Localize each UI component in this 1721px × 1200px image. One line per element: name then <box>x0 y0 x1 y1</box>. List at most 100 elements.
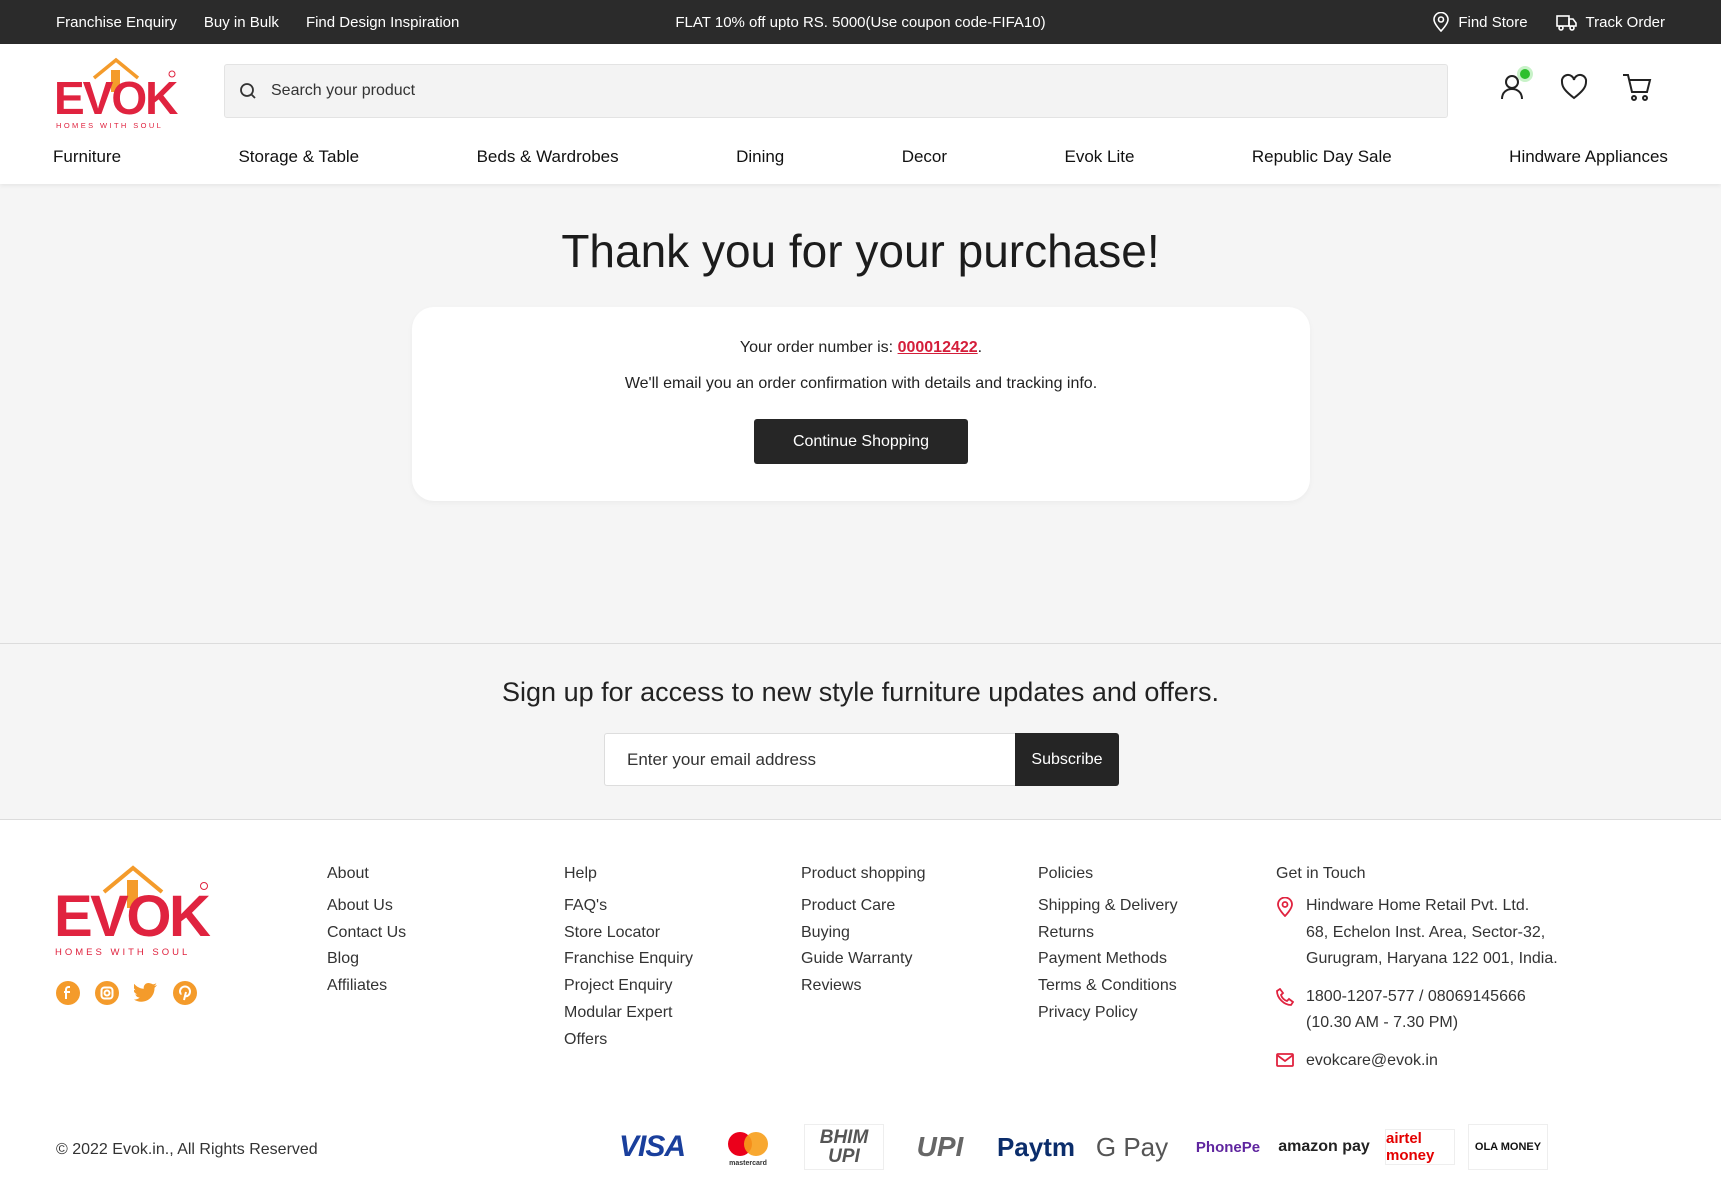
footer-link-contact-us[interactable]: Contact Us <box>327 920 406 947</box>
twitter-icon[interactable] <box>134 981 158 1005</box>
pinterest-icon[interactable] <box>173 981 197 1005</box>
footer-col-heading: Product shopping <box>801 865 926 882</box>
find-store-label: Find Store <box>1458 13 1528 31</box>
order-number-link[interactable]: 000012422 <box>898 339 978 356</box>
design-inspiration-link[interactable]: Find Design Inspiration <box>306 14 459 31</box>
footer-link-guide-warranty[interactable]: Guide Warranty <box>801 946 926 973</box>
nav-decor[interactable]: Decor <box>902 147 947 167</box>
payment-methods: VISA mastercard BHIM UPI UPI Paytm G Pay… <box>604 1123 1548 1171</box>
footer-link-buying[interactable]: Buying <box>801 920 926 947</box>
footer-link-affiliates[interactable]: Affiliates <box>327 973 406 1000</box>
buy-in-bulk-link[interactable]: Buy in Bulk <box>204 14 279 31</box>
instagram-icon[interactable] <box>95 981 119 1005</box>
top-links: Franchise Enquiry Buy in Bulk Find Desig… <box>56 14 459 31</box>
address-line: Hindware Home Retail Pvt. Ltd. <box>1306 897 1530 914</box>
footer-link-store-locator[interactable]: Store Locator <box>564 920 693 947</box>
footer-link-modular-expert[interactable]: Modular Expert <box>564 1000 693 1027</box>
footer-link-faqs[interactable]: FAQ's <box>564 893 693 920</box>
footer-evok-logo[interactable]: EVOK HOMES WITH SOUL <box>54 862 214 958</box>
contact-phone: 1800-1207-577 / 08069145666 (10.30 AM - … <box>1276 984 1616 1037</box>
location-pin-icon <box>1433 12 1450 32</box>
footer-link-about-us[interactable]: About Us <box>327 893 406 920</box>
address-line: 68, Echelon Inst. Area, Sector-32, <box>1306 923 1546 941</box>
phone-number[interactable]: 1800-1207-577 / 08069145666 <box>1306 984 1526 1011</box>
track-order-label: Track Order <box>1585 13 1665 31</box>
location-pin-icon <box>1277 897 1293 917</box>
cart-icon[interactable] <box>1621 72 1653 102</box>
paytm-logo: Paytm <box>996 1131 1076 1162</box>
wishlist-heart-icon[interactable] <box>1559 73 1589 101</box>
footer-col-policies: Policies Shipping & Delivery Returns Pay… <box>1038 865 1178 1027</box>
order-number-suffix: . <box>977 339 983 356</box>
footer-link-payment-methods[interactable]: Payment Methods <box>1038 946 1178 973</box>
nav-furniture[interactable]: Furniture <box>53 147 121 167</box>
newsletter-email-input[interactable] <box>604 733 1015 786</box>
contact-address: Hindware Home Retail Pvt. Ltd. 68, Echel… <box>1276 893 1616 973</box>
svg-text:HOMES WITH SOUL: HOMES WITH SOUL <box>55 947 190 958</box>
support-hours: (10.30 AM - 7.30 PM) <box>1306 1014 1459 1031</box>
order-number-line: Your order number is: 000012422. <box>412 339 1310 357</box>
nav-beds-wardrobes[interactable]: Beds & Wardrobes <box>477 147 619 167</box>
footer-col-help: Help FAQ's Store Locator Franchise Enqui… <box>564 865 693 1053</box>
newsletter-section: Sign up for access to new style furnitur… <box>0 644 1721 820</box>
amazon-pay-logo: amazon pay <box>1278 1138 1370 1155</box>
footer-col-contact: Get in Touch Hindware Home Retail Pvt. L… <box>1276 865 1616 1085</box>
footer-link-shipping-delivery[interactable]: Shipping & Delivery <box>1038 893 1178 920</box>
phonepe-logo: PhonePe <box>1195 1138 1261 1156</box>
mastercard-label: mastercard <box>729 1160 767 1167</box>
mail-icon <box>1276 1052 1294 1067</box>
social-links <box>56 981 197 1005</box>
search-icon <box>240 83 256 99</box>
evok-logo[interactable]: EVOK HOMES WITH SOUL <box>54 56 180 130</box>
promo-banner: FLAT 10% off upto RS. 5000(Use coupon co… <box>675 13 1046 31</box>
email-address[interactable]: evokcare@evok.in <box>1306 1048 1438 1075</box>
page-title: Thank you for your purchase! <box>561 225 1160 277</box>
email-note: We'll email you an order confirmation wi… <box>624 375 1098 392</box>
footer-col-heading: Policies <box>1038 865 1094 882</box>
address-line: Gurugram, Haryana 122 001, India. <box>1306 950 1558 967</box>
footer-link-project-enquiry[interactable]: Project Enquiry <box>564 973 693 1000</box>
footer-col-heading: Get in Touch <box>1276 865 1366 882</box>
continue-shopping-button[interactable]: Continue Shopping <box>754 419 968 464</box>
svg-text:EVOK: EVOK <box>54 72 178 124</box>
truck-icon <box>1555 15 1577 31</box>
footer-link-terms-conditions[interactable]: Terms & Conditions <box>1038 973 1178 1000</box>
copyright: © 2022 Evok.in., All Rights Reserved <box>56 1141 318 1158</box>
nav-dining[interactable]: Dining <box>736 147 784 167</box>
nav-republic-day-sale[interactable]: Republic Day Sale <box>1252 147 1392 167</box>
footer-link-product-care[interactable]: Product Care <box>801 893 926 920</box>
footer-col-about: About About Us Contact Us Blog Affiliate… <box>327 865 406 1000</box>
search-bar[interactable] <box>224 64 1448 118</box>
site-header: EVOK HOMES WITH SOUL Furniture Storage &… <box>0 44 1721 184</box>
confirmation-card: Your order number is: 000012422. We'll e… <box>412 307 1310 501</box>
visa-logo: VISA <box>618 1130 686 1163</box>
footer-link-privacy-policy[interactable]: Privacy Policy <box>1038 1000 1178 1027</box>
search-input[interactable] <box>271 82 1371 100</box>
online-status-dot <box>1517 66 1533 82</box>
ola-money-logo: OLA MONEY <box>1468 1124 1548 1170</box>
nav-hindware-appliances[interactable]: Hindware Appliances <box>1509 147 1668 167</box>
footer-col-product-shopping: Product shopping Product Care Buying Gui… <box>801 865 926 1000</box>
footer-link-offers[interactable]: Offers <box>564 1027 693 1054</box>
footer-link-blog[interactable]: Blog <box>327 946 406 973</box>
site-footer: EVOK HOMES WITH SOUL About About Us Cont… <box>0 820 1721 1177</box>
find-store-link[interactable]: Find Store <box>1432 12 1528 32</box>
facebook-icon[interactable] <box>56 981 80 1005</box>
top-bar: Franchise Enquiry Buy in Bulk Find Desig… <box>0 0 1721 44</box>
contact-email: evokcare@evok.in <box>1276 1048 1616 1075</box>
svg-text:EVOK: EVOK <box>54 884 211 949</box>
footer-link-reviews[interactable]: Reviews <box>801 973 926 1000</box>
nav-storage-table[interactable]: Storage & Table <box>238 147 359 167</box>
account-button[interactable] <box>1497 66 1533 102</box>
mastercard-logo: mastercard <box>700 1123 796 1171</box>
main-navigation: Furniture Storage & Table Beds & Wardrob… <box>53 147 1668 167</box>
footer-link-franchise-enquiry[interactable]: Franchise Enquiry <box>564 946 693 973</box>
newsletter-heading: Sign up for access to new style furnitur… <box>502 677 1219 707</box>
nav-evok-lite[interactable]: Evok Lite <box>1065 147 1135 167</box>
subscribe-button[interactable]: Subscribe <box>1015 733 1119 786</box>
upi-logo: UPI <box>916 1131 964 1162</box>
track-order-link[interactable]: Track Order <box>1555 13 1665 31</box>
franchise-enquiry-link[interactable]: Franchise Enquiry <box>56 14 177 31</box>
order-number-prefix: Your order number is: <box>739 339 898 356</box>
footer-link-returns[interactable]: Returns <box>1038 920 1178 947</box>
